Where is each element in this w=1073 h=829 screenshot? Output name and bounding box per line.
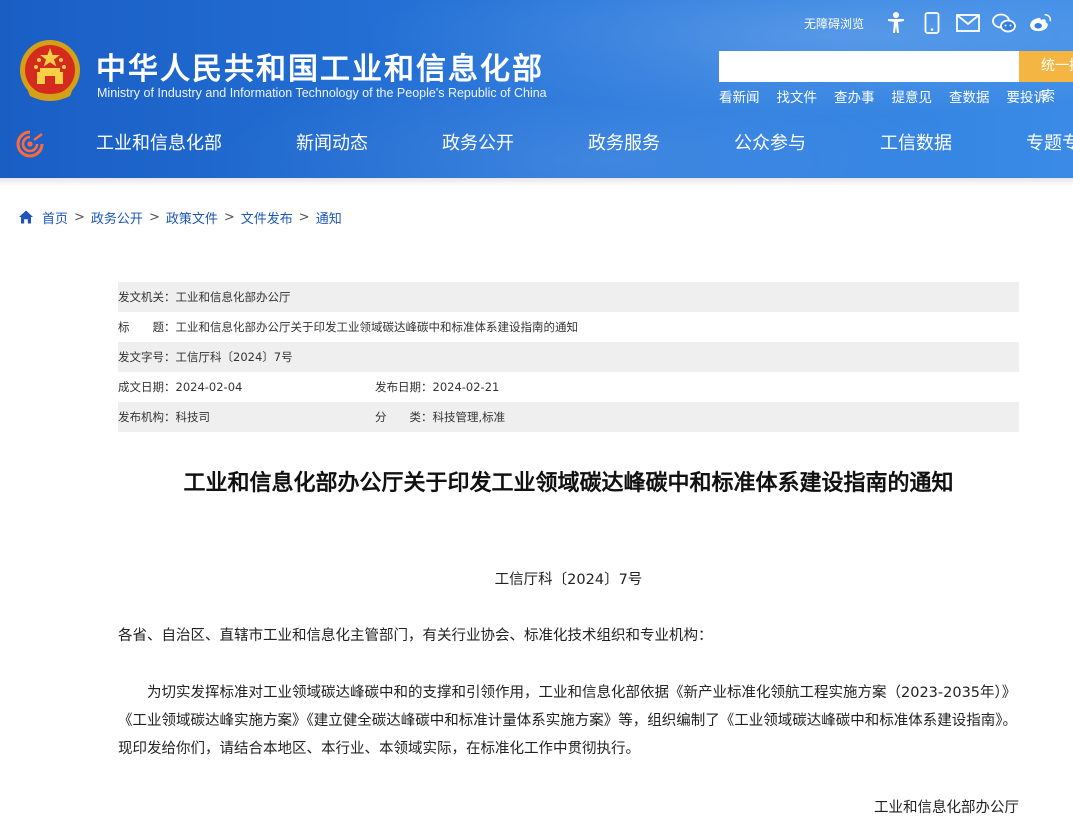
meta-issuer-value: 工业和信息化部办公厅 [175, 290, 291, 304]
miit-logo-icon[interactable] [16, 130, 44, 158]
wechat-icon[interactable] [992, 11, 1016, 35]
meta-row-org: 发布机构： 科技司 分 类： 科技管理,标准 [118, 402, 1019, 432]
nav-item-gov-affairs[interactable]: 政务公开 [442, 131, 514, 157]
meta-row-issuer: 发文机关： 工业和信息化部办公厅 [118, 282, 1019, 312]
breadcrumb-home[interactable]: 首页 [42, 208, 68, 227]
quick-link-files[interactable]: 找文件 [777, 88, 818, 108]
meta-created-cell: 成文日期： 2024-02-04 [118, 379, 375, 395]
meta-category-cell: 分 类： 科技管理,标准 [375, 409, 505, 425]
quick-link-complaint[interactable]: 要投诉 [1007, 88, 1048, 108]
barrier-free-link[interactable]: 无障碍浏览 [804, 15, 864, 32]
nav-item-participation[interactable]: 公众参与 [734, 131, 806, 157]
home-icon [19, 210, 33, 224]
article-doc-number: 工信厅科〔2024〕7号 [494, 572, 643, 588]
accessibility-icon[interactable] [884, 11, 908, 35]
weibo-icon[interactable] [1028, 11, 1052, 35]
meta-title-label: 标 题： [118, 320, 176, 334]
meta-category-value: 科技管理,标准 [432, 410, 506, 424]
breadcrumb-file-release[interactable]: 文件发布 [241, 208, 293, 227]
meta-org-value: 科技司 [175, 410, 211, 424]
nav-item-services[interactable]: 政务服务 [588, 131, 660, 157]
breadcrumb-separator: > [223, 209, 235, 225]
breadcrumb-separator: > [148, 209, 160, 225]
unified-search-button[interactable]: 统一搜索 [1019, 51, 1073, 105]
quick-link-news[interactable]: 看新闻 [719, 88, 760, 108]
meta-published-cell: 发布日期： 2024-02-21 [375, 379, 499, 395]
meta-row-dates: 成文日期： 2024-02-04 发布日期： 2024-02-21 [118, 372, 1019, 402]
document-meta-table: 发文机关： 工业和信息化部办公厅 标 题： 工业和信息化部办公厅关于印发工业领域… [118, 282, 1019, 432]
quick-link-data[interactable]: 查数据 [949, 88, 990, 108]
breadcrumb-separator: > [298, 209, 310, 225]
meta-row-docno: 发文字号： 工信厅科〔2024〕7号 [118, 342, 1019, 372]
breadcrumb-notice[interactable]: 通知 [316, 208, 342, 227]
meta-published-label: 发布日期： [375, 380, 433, 394]
mobile-icon[interactable] [920, 11, 944, 35]
meta-created-value: 2024-02-04 [175, 380, 243, 394]
article-salutation: 各省、自治区、直辖市工业和信息化主管部门，有关行业协会、标准化技术组织和专业机构… [118, 628, 713, 644]
meta-org-cell: 发布机构： 科技司 [118, 409, 375, 425]
meta-issuer-label: 发文机关： [118, 290, 176, 304]
article-title: 工业和信息化部办公厅关于印发工业领域碳达峰碳中和标准体系建设指南的通知 [183, 471, 954, 496]
meta-docno-value: 工信厅科〔2024〕7号 [175, 350, 293, 364]
site-header: 中华人民共和国工业和信息化部 Ministry of Industry and … [0, 0, 1073, 178]
site-title: 中华人民共和国工业和信息化部 [96, 52, 544, 87]
quick-link-services[interactable]: 查办事 [834, 88, 875, 108]
breadcrumb-gov-affairs[interactable]: 政务公开 [91, 208, 143, 227]
meta-row-title: 标 题： 工业和信息化部办公厅关于印发工业领域碳达峰碳中和标准体系建设指南的通知 [118, 312, 1019, 342]
meta-category-label: 分 类： [375, 410, 433, 424]
mail-icon[interactable] [956, 11, 980, 35]
search-input[interactable] [719, 51, 1019, 82]
nav-item-news[interactable]: 新闻动态 [296, 131, 368, 157]
breadcrumb-separator: > [74, 209, 85, 225]
meta-docno-label: 发文字号： [118, 350, 176, 364]
quick-link-feedback[interactable]: 提意见 [892, 88, 933, 108]
article-signature: 工业和信息化部办公厅 [874, 800, 1019, 816]
breadcrumb: 首页 > 政务公开 > 政策文件 > 文件发布 > 通知 [18, 207, 342, 227]
meta-title-value: 工业和信息化部办公厅关于印发工业领域碳达峰碳中和标准体系建设指南的通知 [175, 320, 579, 334]
header-shadow [0, 178, 1073, 186]
nav-item-topics[interactable]: 专题专栏 [1026, 131, 1073, 157]
quick-links: 看新闻 找文件 查办事 提意见 查数据 要投诉 [719, 88, 1064, 108]
breadcrumb-policy[interactable]: 政策文件 [166, 208, 218, 227]
nav-item-home[interactable]: 工业和信息化部 [96, 131, 222, 157]
meta-created-label: 成文日期： [118, 380, 176, 394]
nav-item-data[interactable]: 工信数据 [880, 131, 952, 157]
top-tools: 无障碍浏览 [804, 8, 1064, 38]
site-title-en: Ministry of Industry and Information Tec… [97, 86, 547, 100]
main-nav: 工业和信息化部 新闻动态 政务公开 政务服务 公众参与 工信数据 专题专栏 [0, 120, 1073, 168]
meta-org-label: 发布机构： [118, 410, 176, 424]
meta-published-value: 2024-02-21 [432, 380, 500, 394]
national-emblem-icon[interactable] [18, 38, 82, 106]
article-body-paragraph: 为切实发挥标准对工业领域碳达峰碳中和的支撑和引领作用，工业和信息化部依据《新产业… [118, 685, 1017, 757]
